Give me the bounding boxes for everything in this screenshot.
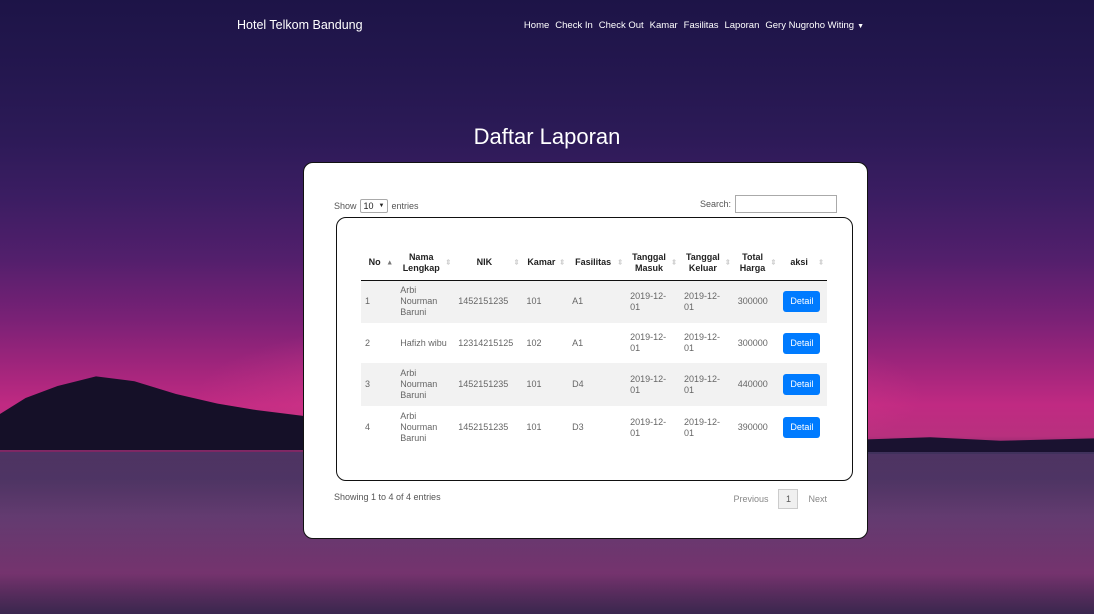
- entries-length: Show 10 ▼ entries: [334, 199, 419, 213]
- sort-icon: ⇕: [724, 259, 731, 267]
- previous-button[interactable]: Previous: [733, 494, 768, 504]
- entries-label: entries: [391, 201, 419, 211]
- cell-tanggal-masuk: 2019-12-01: [630, 416, 667, 438]
- cell-fasilitas: A1: [572, 337, 584, 348]
- col-total-harga[interactable]: Total Harga ⇕: [733, 246, 780, 281]
- sort-icon: ⇕: [671, 259, 677, 267]
- cell-no: 4: [365, 422, 371, 432]
- cell-tanggal-keluar: 2019-12-01: [683, 332, 720, 353]
- col-fasilitas[interactable]: Fasilitas ⇕: [568, 246, 627, 281]
- search-filter: Search:: [700, 195, 837, 213]
- detail-button[interactable]: Detail: [783, 374, 821, 395]
- cell-kamar: 101: [526, 422, 542, 432]
- table-row: 1 Arbi Nourman Baruni 1452151235 101 A1 …: [361, 280, 827, 323]
- col-kamar[interactable]: Kamar ⇕: [522, 246, 569, 281]
- cell-total-harga: 300000: [737, 337, 768, 348]
- sort-icon: ⇕: [559, 259, 566, 267]
- sort-icon: ⇕: [445, 259, 452, 267]
- detail-button[interactable]: Detail: [783, 332, 821, 354]
- detail-button[interactable]: Detail: [783, 417, 821, 438]
- nav-user-name: Gery Nugroho Witing: [765, 20, 855, 31]
- col-tanggal-masuk[interactable]: Tanggal Masuk ⇕: [626, 246, 680, 281]
- cell-nik: 1452151235: [458, 422, 509, 432]
- table-row: 4 Arbi Nourman Baruni 1452151235 101 D3 …: [361, 406, 827, 449]
- entries-select-value: 10: [363, 201, 374, 211]
- cell-total-harga: 300000: [733, 280, 780, 323]
- search-label: Search:: [699, 199, 731, 209]
- cell-kamar: 101: [522, 363, 569, 406]
- navbar: Hotel Telkom Bandung Home Check In Check…: [0, 0, 1094, 52]
- nav-kamar[interactable]: Kamar: [650, 20, 678, 31]
- cell-aksi: Detail: [779, 363, 827, 406]
- detail-button[interactable]: Detail: [783, 291, 821, 313]
- next-button[interactable]: Next: [808, 494, 827, 504]
- entries-select[interactable]: 10 ▼: [359, 199, 389, 213]
- nav-laporan[interactable]: Laporan: [724, 20, 759, 31]
- cell-tanggal-masuk: 2019-12-01: [626, 280, 680, 323]
- report-table: No ▲ Nama Lengkap ⇕ NIK ⇕ Kamar ⇕ Fasilitas ⇕…: [361, 246, 827, 449]
- table-row: 2 Hafizh wibu 12314215125 102 A1 2019-12…: [361, 323, 827, 363]
- cell-nama: Arbi Nourman Baruni: [400, 411, 438, 443]
- cell-nik: 1452151235: [454, 363, 523, 406]
- nav-user-dropdown[interactable]: Gery Nugroho Witing ▼: [765, 20, 864, 31]
- cell-nik: 12314215125: [458, 337, 514, 348]
- cell-aksi: Detail: [779, 323, 827, 363]
- cell-fasilitas: A1: [568, 280, 627, 323]
- caret-down-icon: ▼: [857, 23, 864, 30]
- nav-check-out[interactable]: Check Out: [599, 20, 644, 31]
- nav-links: Home Check In Check Out Kamar Fasilitas …: [524, 20, 864, 31]
- datatable-footer: Showing 1 to 4 of 4 entries Previous 1 N…: [334, 489, 827, 509]
- cell-aksi: Detail: [779, 280, 827, 323]
- cell-kamar: 102: [526, 337, 542, 348]
- search-input[interactable]: [735, 195, 837, 213]
- report-card: Show 10 ▼ entries Search: No ▲ Nama Lengk…: [303, 162, 868, 539]
- cell-fasilitas: D4: [568, 363, 627, 406]
- cell-nama: Arbi Nourman Baruni: [396, 363, 455, 406]
- sort-icon: ⇕: [818, 259, 824, 267]
- select-arrow-icon: ▼: [378, 203, 385, 209]
- nav-fasilitas[interactable]: Fasilitas: [684, 20, 719, 31]
- cell-tanggal-keluar: 2019-12-01: [683, 416, 720, 438]
- cell-kamar: 101: [522, 280, 569, 323]
- cell-aksi: Detail: [779, 406, 827, 449]
- sort-icon: ⇕: [617, 259, 624, 267]
- pagination: Previous 1 Next: [733, 489, 827, 509]
- cell-nama: Hafizh wibu: [400, 337, 447, 348]
- cell-nama: Arbi Nourman Baruni: [396, 280, 455, 323]
- page-1-button[interactable]: 1: [778, 489, 799, 509]
- show-label: Show: [334, 201, 357, 211]
- table-info: Showing 1 to 4 of 4 entries: [334, 492, 441, 502]
- page-title: Daftar Laporan: [473, 124, 621, 149]
- table-wrapper: No ▲ Nama Lengkap ⇕ NIK ⇕ Kamar ⇕ Fasilitas ⇕…: [336, 217, 853, 481]
- cell-total-harga: 390000: [737, 422, 768, 432]
- cell-no: 1: [361, 280, 397, 323]
- col-aksi[interactable]: aksi ⇕: [779, 246, 827, 281]
- col-nik[interactable]: NIK ⇕: [454, 246, 523, 281]
- table-header-row: No ▲ Nama Lengkap ⇕ NIK ⇕ Kamar ⇕ Fasilitas ⇕…: [361, 246, 827, 281]
- col-nama-lengkap[interactable]: Nama Lengkap ⇕: [396, 246, 455, 281]
- sort-icon: ⇕: [770, 259, 777, 267]
- sort-icon: ⇕: [513, 259, 520, 267]
- cell-total-harga: 440000: [733, 363, 780, 406]
- cell-no: 3: [361, 363, 397, 406]
- sort-asc-icon: ▲: [386, 259, 394, 267]
- cell-tanggal-masuk: 2019-12-01: [626, 363, 680, 406]
- cell-fasilitas: D3: [572, 422, 584, 432]
- nav-check-in[interactable]: Check In: [555, 20, 593, 31]
- col-no[interactable]: No ▲: [361, 246, 397, 281]
- cell-tanggal-keluar: 2019-12-01: [679, 280, 734, 323]
- datatable-controls: Show 10 ▼ entries Search:: [334, 195, 837, 215]
- cell-tanggal-keluar: 2019-12-01: [679, 363, 734, 406]
- cell-tanggal-masuk: 2019-12-01: [630, 332, 667, 353]
- cell-nik: 1452151235: [454, 280, 523, 323]
- nav-home[interactable]: Home: [524, 20, 549, 31]
- table-row: 3 Arbi Nourman Baruni 1452151235 101 D4 …: [361, 363, 827, 406]
- cell-no: 2: [365, 337, 371, 348]
- navbar-brand[interactable]: Hotel Telkom Bandung: [237, 18, 363, 32]
- col-tanggal-keluar[interactable]: Tanggal Keluar ⇕: [679, 246, 734, 281]
